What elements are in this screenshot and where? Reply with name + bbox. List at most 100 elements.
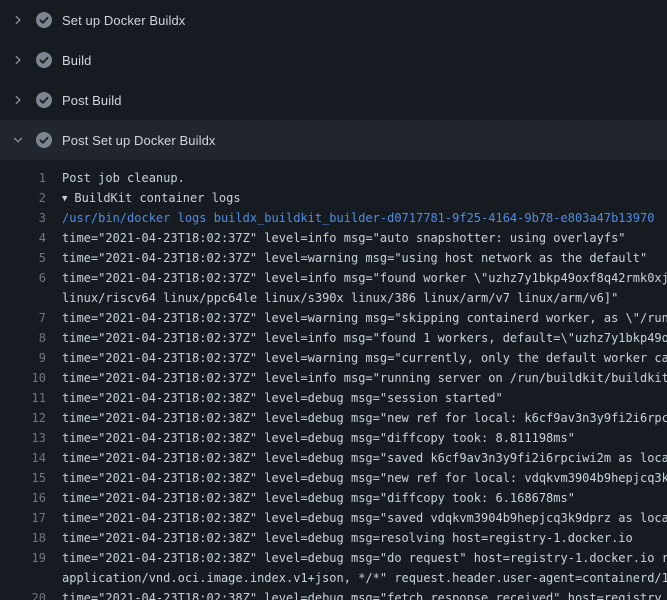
log-line: 11time="2021-04-23T18:02:38Z" level=debu… bbox=[0, 388, 667, 408]
log-text-cell: /usr/bin/docker logs buildx_buildkit_bui… bbox=[46, 208, 667, 228]
step-list: Set up Docker Buildx Build Post Build Post … bbox=[0, 0, 667, 160]
log-message-text: time="2021-04-23T18:02:38Z" level=debug … bbox=[62, 511, 667, 525]
log-text-cell: time="2021-04-23T18:02:38Z" level=debug … bbox=[46, 468, 667, 488]
log-line: 12 time="2021-04-23T18:02:38Z" level=debu… bbox=[0, 408, 667, 428]
chevron-right-icon[interactable] bbox=[10, 92, 26, 108]
log-text-cell: time="2021-04-23T18:02:38Z" level=debug … bbox=[46, 488, 667, 508]
log-line: 13 time="2021-04-23T18:02:38Z" level=debu… bbox=[0, 428, 667, 448]
log-line: 2 ▼ BuildKit container logs bbox=[0, 188, 667, 208]
line-number[interactable]: 11 bbox=[0, 388, 46, 408]
step-title: Set up Docker Buildx bbox=[62, 13, 185, 28]
step-title: Post Set up Docker Buildx bbox=[62, 133, 216, 148]
log-line: 6 time="2021-04-23T18:02:37Z" level=info … bbox=[0, 268, 667, 288]
line-number[interactable]: 10 bbox=[0, 368, 46, 388]
log-line: 3/usr/bin/docker logs buildx_buildkit_bu… bbox=[0, 208, 667, 228]
log-message-text: time="2021-04-23T18:02:37Z" level=info m… bbox=[62, 371, 667, 385]
log-line-continuation: linux/riscv64 linux/ppc64le linux/s390x … bbox=[0, 288, 667, 308]
line-number[interactable]: 18 bbox=[0, 528, 46, 548]
line-number[interactable]: 15 bbox=[0, 468, 46, 488]
step-header[interactable]: Post Set up Docker Buildx bbox=[0, 120, 667, 160]
log-line: 10 time="2021-04-23T18:02:37Z" level=info… bbox=[0, 368, 667, 388]
log-text-cell: time="2021-04-23T18:02:38Z" level=debug … bbox=[46, 428, 667, 448]
log-line-continuation: application/vnd.oci.image.index.v1+json,… bbox=[0, 568, 667, 588]
log-text-cell: time="2021-04-23T18:02:37Z" level=info m… bbox=[46, 228, 667, 248]
line-number[interactable]: 12 bbox=[0, 408, 46, 428]
log-message-text: Post job cleanup. bbox=[62, 171, 185, 185]
line-number[interactable]: 16 bbox=[0, 488, 46, 508]
check-circle-icon bbox=[36, 52, 52, 68]
log-line: 20 time="2021-04-23T18:02:38Z" level=debu… bbox=[0, 588, 667, 600]
log-message-text: application/vnd.oci.image.index.v1+json,… bbox=[62, 571, 667, 585]
log-line: 5 time="2021-04-23T18:02:37Z" level=warni… bbox=[0, 248, 667, 268]
log-text-cell: application/vnd.oci.image.index.v1+json,… bbox=[46, 568, 667, 588]
line-number[interactable]: 7 bbox=[0, 308, 46, 328]
log-text-cell: time="2021-04-23T18:02:37Z" level=warnin… bbox=[46, 308, 667, 328]
line-number[interactable]: 1 bbox=[0, 168, 46, 188]
log-line: 1 Post job cleanup. bbox=[0, 168, 667, 188]
log-text-cell: time="2021-04-23T18:02:37Z" level=warnin… bbox=[46, 348, 667, 368]
log-text-cell: time="2021-04-23T18:02:38Z" level=debug … bbox=[46, 588, 667, 600]
group-caret-icon[interactable]: ▼ bbox=[62, 194, 67, 204]
line-number[interactable]: 5 bbox=[0, 248, 46, 268]
line-number[interactable]: 9 bbox=[0, 348, 46, 368]
log-line: 8 time="2021-04-23T18:02:37Z" level=info … bbox=[0, 328, 667, 348]
log-line: 7 time="2021-04-23T18:02:37Z" level=warni… bbox=[0, 308, 667, 328]
log-message-text: time="2021-04-23T18:02:37Z" level=info m… bbox=[62, 331, 667, 345]
log-message-text: linux/riscv64 linux/ppc64le linux/s390x … bbox=[62, 291, 618, 305]
line-number[interactable]: 2 bbox=[0, 188, 46, 208]
line-number bbox=[0, 568, 46, 588]
line-number[interactable]: 14 bbox=[0, 448, 46, 468]
log-line: 15 time="2021-04-23T18:02:38Z" level=debu… bbox=[0, 468, 667, 488]
chevron-right-icon[interactable] bbox=[10, 12, 26, 28]
log-text-cell: time="2021-04-23T18:02:37Z" level=info m… bbox=[46, 268, 667, 288]
log-line: 4time="2021-04-23T18:02:37Z" level=info … bbox=[0, 228, 667, 248]
line-number[interactable]: 3 bbox=[0, 208, 46, 228]
step-header[interactable]: Set up Docker Buildx bbox=[0, 0, 667, 40]
log-message-text: time="2021-04-23T18:02:38Z" level=debug … bbox=[62, 431, 575, 445]
line-number[interactable]: 6 bbox=[0, 268, 46, 288]
line-number[interactable]: 19 bbox=[0, 548, 46, 568]
check-circle-icon bbox=[36, 132, 52, 148]
log-line: 9 time="2021-04-23T18:02:37Z" level=warni… bbox=[0, 348, 667, 368]
log-text-cell: time="2021-04-23T18:02:38Z" level=debug … bbox=[46, 388, 667, 408]
chevron-right-icon[interactable] bbox=[10, 52, 26, 68]
line-number[interactable]: 4 bbox=[0, 228, 46, 248]
log-message-text: time="2021-04-23T18:02:37Z" level=warnin… bbox=[62, 251, 647, 265]
log-text-cell: Post job cleanup. bbox=[46, 168, 667, 188]
line-number[interactable]: 17 bbox=[0, 508, 46, 528]
chevron-down-icon[interactable] bbox=[10, 132, 26, 148]
log-text-cell: time="2021-04-23T18:02:38Z" level=debug … bbox=[46, 508, 667, 528]
log-text-cell: ▼ BuildKit container logs bbox=[46, 188, 667, 208]
log-command-text: /usr/bin/docker logs buildx_buildkit_bui… bbox=[62, 211, 654, 225]
check-circle-icon bbox=[36, 12, 52, 28]
log-message-text: time="2021-04-23T18:02:38Z" level=debug … bbox=[62, 591, 662, 600]
log-text-cell: time="2021-04-23T18:02:38Z" level=debug … bbox=[46, 408, 667, 428]
log-message-text: time="2021-04-23T18:02:37Z" level=warnin… bbox=[62, 351, 667, 365]
log-message-text: time="2021-04-23T18:02:38Z" level=debug … bbox=[62, 471, 667, 485]
log-text-cell: time="2021-04-23T18:02:37Z" level=info m… bbox=[46, 328, 667, 348]
line-number[interactable]: 8 bbox=[0, 328, 46, 348]
log-line: 18time="2021-04-23T18:02:38Z" level=debu… bbox=[0, 528, 667, 548]
log-area: 1 Post job cleanup. 2 ▼ BuildKit container l… bbox=[0, 160, 667, 600]
step-header[interactable]: Build bbox=[0, 40, 667, 80]
log-text-cell: linux/riscv64 linux/ppc64le linux/s390x … bbox=[46, 288, 667, 308]
log-message-text: time="2021-04-23T18:02:38Z" level=debug … bbox=[62, 491, 575, 505]
log-text-cell: time="2021-04-23T18:02:38Z" level=debug … bbox=[46, 528, 667, 548]
log-text-cell: time="2021-04-23T18:02:38Z" level=debug … bbox=[46, 448, 667, 468]
log-message-text: time="2021-04-23T18:02:37Z" level=warnin… bbox=[62, 311, 667, 325]
actions-log-viewer: Set up Docker Buildx Build Post Build Post … bbox=[0, 0, 667, 600]
log-line: 19time="2021-04-23T18:02:38Z" level=debu… bbox=[0, 548, 667, 568]
check-circle-icon bbox=[36, 92, 52, 108]
log-line: 14 time="2021-04-23T18:02:38Z" level=debu… bbox=[0, 448, 667, 468]
step-title: Post Build bbox=[62, 93, 122, 108]
log-line: 16 time="2021-04-23T18:02:38Z" level=debu… bbox=[0, 488, 667, 508]
line-number[interactable]: 13 bbox=[0, 428, 46, 448]
step-header[interactable]: Post Build bbox=[0, 80, 667, 120]
log-message-text: time="2021-04-23T18:02:38Z" level=debug … bbox=[62, 451, 667, 465]
log-group-title[interactable]: BuildKit container logs bbox=[74, 191, 240, 205]
log-message-text: time="2021-04-23T18:02:38Z" level=debug … bbox=[62, 411, 667, 425]
log-message-text: time="2021-04-23T18:02:37Z" level=info m… bbox=[62, 271, 667, 285]
log-line: 17 time="2021-04-23T18:02:38Z" level=debu… bbox=[0, 508, 667, 528]
line-number[interactable]: 20 bbox=[0, 588, 46, 600]
log-text-cell: time="2021-04-23T18:02:38Z" level=debug … bbox=[46, 548, 667, 568]
